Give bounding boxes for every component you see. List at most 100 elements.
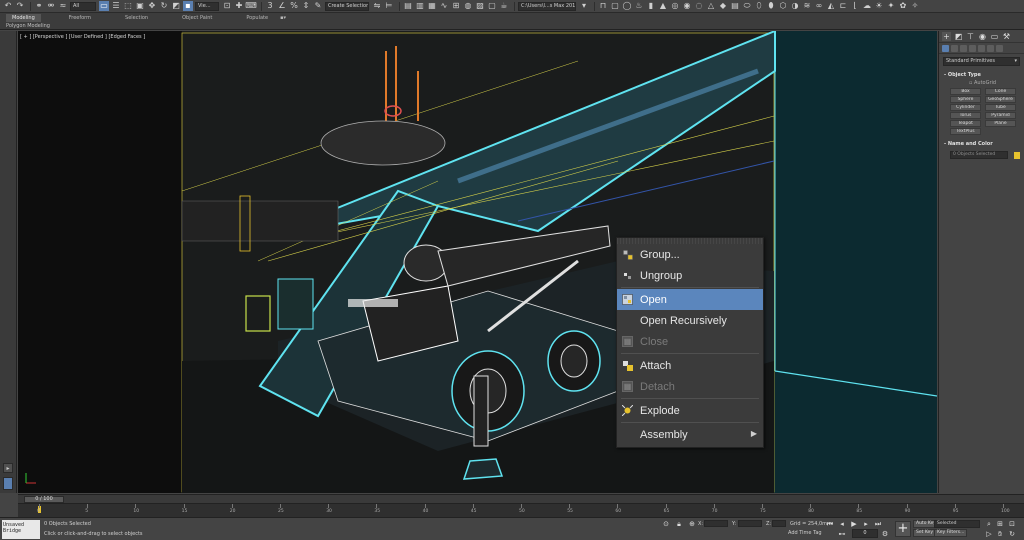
gengon-icon[interactable]: ⬡ [778, 1, 788, 11]
perspective-viewport[interactable]: [ + ] [Perspective ] [User Defined ] [Ed… [18, 31, 937, 493]
pan-view-icon[interactable]: ✋︎ [996, 530, 1004, 538]
pyramid-button[interactable]: Pyramid [985, 112, 1016, 119]
unlink-icon[interactable]: ⚮ [46, 1, 56, 11]
named-selection-set-combo[interactable]: Create Selection Se [325, 1, 369, 11]
flower-icon[interactable]: ✿ [898, 1, 908, 11]
motion-tab-icon[interactable]: ◉ [978, 32, 987, 41]
helpers-icon[interactable] [978, 44, 985, 52]
selection-filter-combo[interactable]: All [70, 1, 96, 11]
key-filters-button[interactable]: Key Filters... [934, 529, 968, 537]
cylinder-icon[interactable]: ▮ [646, 1, 656, 11]
menu-item-explode[interactable]: Explode [617, 400, 763, 421]
torus-button[interactable]: Torus [950, 112, 981, 119]
geosphere-icon[interactable]: ◌ [694, 1, 704, 11]
systems-icon[interactable] [996, 44, 1003, 52]
teapot-icon[interactable]: ♨ [634, 1, 644, 11]
percent-snap-icon[interactable]: % [289, 1, 299, 11]
select-and-scale-icon[interactable]: ◩ [171, 1, 181, 11]
previous-frame-icon[interactable]: ◂ [838, 520, 846, 528]
teapot-button[interactable]: Teapot [950, 120, 981, 127]
object-type-rollout[interactable]: - Object Type [939, 69, 1024, 80]
primitive-category-dropdown[interactable]: Standard Primitives [943, 57, 1020, 66]
reference-coordinate-combo[interactable]: Vie... [195, 1, 219, 11]
current-frame-field[interactable]: 0 [852, 529, 878, 538]
set-key-button[interactable]: + [895, 521, 911, 537]
play-icon[interactable]: ▶ [850, 520, 858, 528]
orbit-icon[interactable]: ↻ [1008, 530, 1016, 538]
plane-icon[interactable]: ⊓ [598, 1, 608, 11]
y-coordinate-field[interactable] [738, 520, 762, 527]
cone-button[interactable]: Cone [985, 88, 1016, 95]
select-and-rotate-icon[interactable]: ↻ [159, 1, 169, 11]
spinner-snap-icon[interactable]: ⇕ [301, 1, 311, 11]
time-slider[interactable]: 0 / 100 [18, 494, 1024, 503]
select-object-icon[interactable]: ▭ [99, 1, 109, 11]
chamfer-box-icon[interactable]: ▤ [730, 1, 740, 11]
key-mode-icon[interactable]: ⊷ [838, 530, 846, 538]
maxscript-listener[interactable]: Unsaved Bridge [2, 520, 40, 539]
material-editor-icon[interactable]: ◍ [463, 1, 473, 11]
menu-item-close[interactable]: ▦ Close [617, 331, 763, 352]
bind-space-warp-icon[interactable]: ≈ [58, 1, 68, 11]
isolate-selection-icon[interactable]: ⊙ [662, 520, 670, 528]
hedra-icon[interactable]: ◆ [718, 1, 728, 11]
window-crossing-icon[interactable]: ▣ [135, 1, 145, 11]
utilities-tab-icon[interactable]: ⚒ [1002, 32, 1011, 41]
set-key-toggle[interactable]: Set Key [913, 529, 936, 537]
project-folder-combo[interactable]: C:\Users\l...s Max 2016 [518, 1, 576, 11]
prism-icon[interactable]: ◭ [826, 1, 836, 11]
zoom-all-icon[interactable]: ⊞ [996, 520, 1004, 528]
tube-button[interactable]: Tube [985, 104, 1016, 111]
render-production-icon[interactable]: ☕ [499, 1, 509, 11]
time-slider-thumb[interactable]: 0 / 100 [24, 496, 64, 503]
selection-lock-icon[interactable]: 🔒︎ [675, 520, 683, 528]
shapes-icon[interactable] [951, 44, 958, 52]
capsule-icon[interactable]: ⬭ [742, 1, 752, 11]
absolute-mode-icon[interactable]: ⊕ [688, 520, 696, 528]
select-manipulate-icon[interactable]: ✚ [234, 1, 244, 11]
rendered-frame-window-icon[interactable]: ▢ [487, 1, 497, 11]
autogrid-checkbox[interactable]: ▫ AutoGrid [939, 80, 1024, 88]
c-ext-icon[interactable]: ⊏ [838, 1, 848, 11]
display-tab-icon[interactable]: ▭ [990, 32, 999, 41]
go-to-start-icon[interactable]: ⏮ [826, 520, 834, 528]
menu-item-attach[interactable]: Attach [617, 355, 763, 376]
curve-editor-icon[interactable]: ∿ [439, 1, 449, 11]
tab-freeform[interactable]: Freeform [63, 14, 97, 22]
box-button[interactable]: Box [950, 88, 981, 95]
sphere-button[interactable]: Sphere [950, 96, 981, 103]
edit-named-selection-icon[interactable]: ✎ [313, 1, 323, 11]
torus-knot-icon[interactable]: ∞ [814, 1, 824, 11]
pivot-center-icon[interactable]: ⊡ [222, 1, 232, 11]
hose-icon[interactable]: ≋ [802, 1, 812, 11]
expand-viewport-layout-icon[interactable]: ▸ [3, 463, 13, 473]
spindle-icon[interactable]: ⬯ [754, 1, 764, 11]
polygon-modeling-label[interactable]: Polygon Modeling [0, 23, 50, 29]
next-frame-icon[interactable]: ▸ [862, 520, 870, 528]
tab-object-paint[interactable]: Object Paint [176, 14, 218, 22]
hierarchy-tab-icon[interactable]: ⊤ [966, 32, 975, 41]
lights-icon[interactable] [960, 44, 967, 52]
oiltank-icon[interactable]: ⬮ [766, 1, 776, 11]
toggle-layer-explorer-icon[interactable]: ▥ [415, 1, 425, 11]
align-icon[interactable]: ⊨ [384, 1, 394, 11]
cloud-icon[interactable]: ☁ [862, 1, 872, 11]
object-color-swatch[interactable] [1014, 151, 1020, 159]
field-of-view-icon[interactable]: ▷ [985, 530, 993, 538]
geosphere-button[interactable]: GeoSphere [985, 96, 1016, 103]
project-folder-icon[interactable]: ▾ [579, 1, 589, 11]
snaps-toggle-icon[interactable]: 3 [265, 1, 275, 11]
plane-button[interactable]: Plane [985, 120, 1016, 127]
box-icon[interactable]: ▢ [610, 1, 620, 11]
cylinder-button[interactable]: Cylinder [950, 104, 981, 111]
sphere-icon[interactable]: ◯ [622, 1, 632, 11]
create-tab-icon[interactable]: + [942, 32, 951, 41]
geometry-icon[interactable] [942, 44, 949, 52]
pyramid-icon[interactable]: △ [706, 1, 716, 11]
keyboard-shortcut-override-icon[interactable]: ⌨ [245, 1, 257, 11]
toggle-ribbon-icon[interactable]: ▦ [427, 1, 437, 11]
z-coordinate-field[interactable] [772, 520, 786, 527]
rectangular-selection-icon[interactable]: ⬚ [123, 1, 133, 11]
toggle-scene-explorer-icon[interactable]: ▤ [403, 1, 413, 11]
light-icon[interactable]: ✧ [910, 1, 920, 11]
